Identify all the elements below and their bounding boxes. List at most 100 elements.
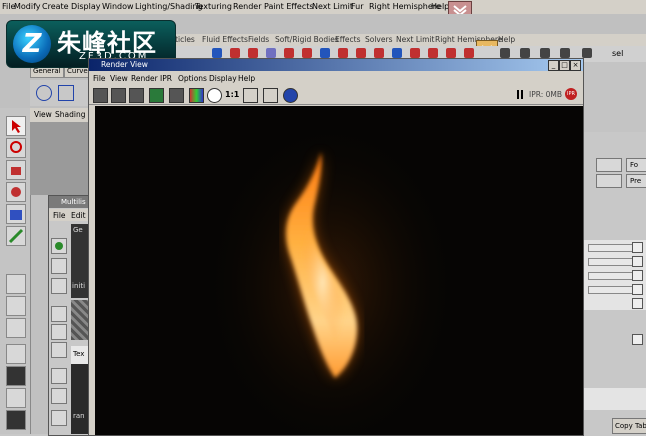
shelf-tool-icon[interactable] [392, 48, 402, 58]
shelf-tool-icon[interactable] [464, 48, 474, 58]
menu-fields[interactable]: Fields [248, 35, 269, 44]
menu-window[interactable]: Window [102, 2, 134, 11]
layout-two-icon[interactable] [6, 318, 26, 338]
cursor-icon[interactable] [51, 258, 67, 274]
texture-icon[interactable] [51, 410, 67, 426]
multilister-menu-file[interactable]: File [53, 211, 66, 220]
rv-menu-options[interactable]: Options [178, 74, 207, 83]
sphere-icon[interactable] [51, 368, 67, 384]
multilister-menu-edit[interactable]: Edit [71, 211, 86, 220]
shelf-tool-icon[interactable] [428, 48, 438, 58]
menu-texturing[interactable]: Texturing [195, 2, 232, 11]
rv-menu-view[interactable]: View [110, 74, 128, 83]
menu-help-2[interactable]: Help [498, 35, 515, 44]
menu-effects[interactable]: Effects [335, 35, 361, 44]
shelf-tool-icon[interactable] [338, 48, 348, 58]
select-tool-icon[interactable] [6, 116, 26, 136]
shelf-tool-icon[interactable] [520, 48, 530, 58]
redo-render-icon[interactable] [93, 88, 108, 103]
copy-tab-button[interactable]: Copy Tab [612, 418, 646, 434]
menu-next-limit[interactable]: Next Limit [312, 2, 353, 11]
shelf-tool-icon[interactable] [356, 48, 366, 58]
ipr-render-icon[interactable] [149, 88, 164, 103]
scale-tool-icon[interactable] [6, 226, 26, 246]
shelf-tool-icon[interactable] [410, 48, 420, 58]
shelf-tool-icon[interactable] [284, 48, 294, 58]
pause-icon[interactable] [517, 90, 523, 99]
menu-create[interactable]: Create [42, 2, 69, 11]
square-icon[interactable] [58, 85, 74, 101]
shelf-tool-icon[interactable] [266, 48, 276, 58]
menu-display[interactable]: Display [71, 2, 101, 11]
menu-help[interactable]: Help [431, 2, 449, 11]
panel-menu-shading[interactable]: Shading [55, 110, 85, 119]
menu-next-limit-2[interactable]: Next Limit [396, 35, 434, 44]
keep-image-icon[interactable] [243, 88, 258, 103]
map-button-icon[interactable] [632, 256, 643, 267]
shelf-tool-icon[interactable] [500, 48, 510, 58]
maximize-icon[interactable]: □ [559, 60, 570, 71]
render-view-titlebar[interactable]: Render View _ □ × [89, 59, 583, 71]
panel-menu-view[interactable]: View [34, 110, 52, 119]
map-button-icon[interactable] [632, 270, 643, 281]
layout-graph-icon[interactable] [6, 388, 26, 408]
menu-modify[interactable]: Modify [14, 2, 41, 11]
filter-icon[interactable] [51, 306, 67, 322]
refresh-icon[interactable] [169, 88, 184, 103]
lasso-tool-icon[interactable] [6, 138, 26, 158]
alpha-channel-icon[interactable] [207, 88, 222, 103]
layout-hypershade-icon[interactable] [6, 366, 26, 386]
shelf-tool-icon[interactable] [320, 48, 330, 58]
rv-menu-help[interactable]: Help [238, 74, 255, 83]
sel-label[interactable]: sel [612, 49, 623, 58]
rv-menu-file[interactable]: File [93, 74, 106, 83]
menu-solvers[interactable]: Solvers [365, 35, 392, 44]
snapshot-icon[interactable] [129, 88, 144, 103]
real-size-button[interactable]: 1:1 [225, 90, 239, 99]
ramp-swatch[interactable]: ran [71, 364, 89, 434]
rotate-tool-icon[interactable] [6, 204, 26, 224]
move-tool-icon[interactable] [6, 182, 26, 202]
shelf-tool-icon[interactable] [230, 48, 240, 58]
render-globals-icon[interactable] [283, 88, 298, 103]
shelf-tool-icon[interactable] [540, 48, 550, 58]
menu-paint-effects[interactable]: Paint Effects [264, 2, 314, 11]
layout-four-icon[interactable] [6, 296, 26, 316]
shelf-tool-icon[interactable] [212, 48, 222, 58]
rv-menu-display[interactable]: Display [209, 74, 237, 83]
map-button-icon[interactable] [632, 298, 643, 309]
texture-swatch[interactable] [71, 300, 89, 340]
viewport[interactable] [30, 122, 88, 195]
output-arrow-icon[interactable] [596, 174, 622, 188]
rgb-channel-icon[interactable] [189, 88, 204, 103]
grid-icon[interactable] [51, 342, 67, 358]
menu-lighting-shading[interactable]: Lighting/Shading [135, 2, 203, 11]
menu-render[interactable]: Render [233, 2, 261, 11]
pin-icon[interactable] [51, 278, 67, 294]
shelf-tool-icon[interactable] [446, 48, 456, 58]
rv-menu-ipr[interactable]: IPR [160, 74, 172, 83]
close-icon[interactable]: × [570, 60, 581, 71]
shelf-tool-icon[interactable] [560, 48, 570, 58]
focus-button[interactable]: Fo [626, 158, 646, 172]
layout-render-icon[interactable] [6, 344, 26, 364]
layout-outliner-icon[interactable] [6, 410, 26, 430]
map-button-icon[interactable] [632, 284, 643, 295]
layout-single-icon[interactable] [6, 274, 26, 294]
remove-image-icon[interactable] [263, 88, 278, 103]
shelf-tool-icon[interactable] [374, 48, 384, 58]
material-swatch[interactable]: Ge initi [71, 224, 89, 298]
minimize-icon[interactable]: _ [548, 60, 559, 71]
input-arrow-icon[interactable] [596, 158, 622, 172]
attr-notes[interactable] [582, 388, 646, 410]
list-icon[interactable] [51, 324, 67, 340]
ipr-badge[interactable]: IPR [565, 88, 577, 100]
render-region-icon[interactable] [111, 88, 126, 103]
menu-fur[interactable]: Fur [351, 2, 364, 11]
cube-icon[interactable] [51, 388, 67, 404]
globe-icon[interactable] [51, 238, 67, 254]
shelf-tool-icon[interactable] [302, 48, 312, 58]
circle-icon[interactable] [36, 85, 52, 101]
map-button-icon[interactable] [632, 242, 643, 253]
menu-soft-rigid-bodies[interactable]: Soft/Rigid Bodies [275, 35, 339, 44]
